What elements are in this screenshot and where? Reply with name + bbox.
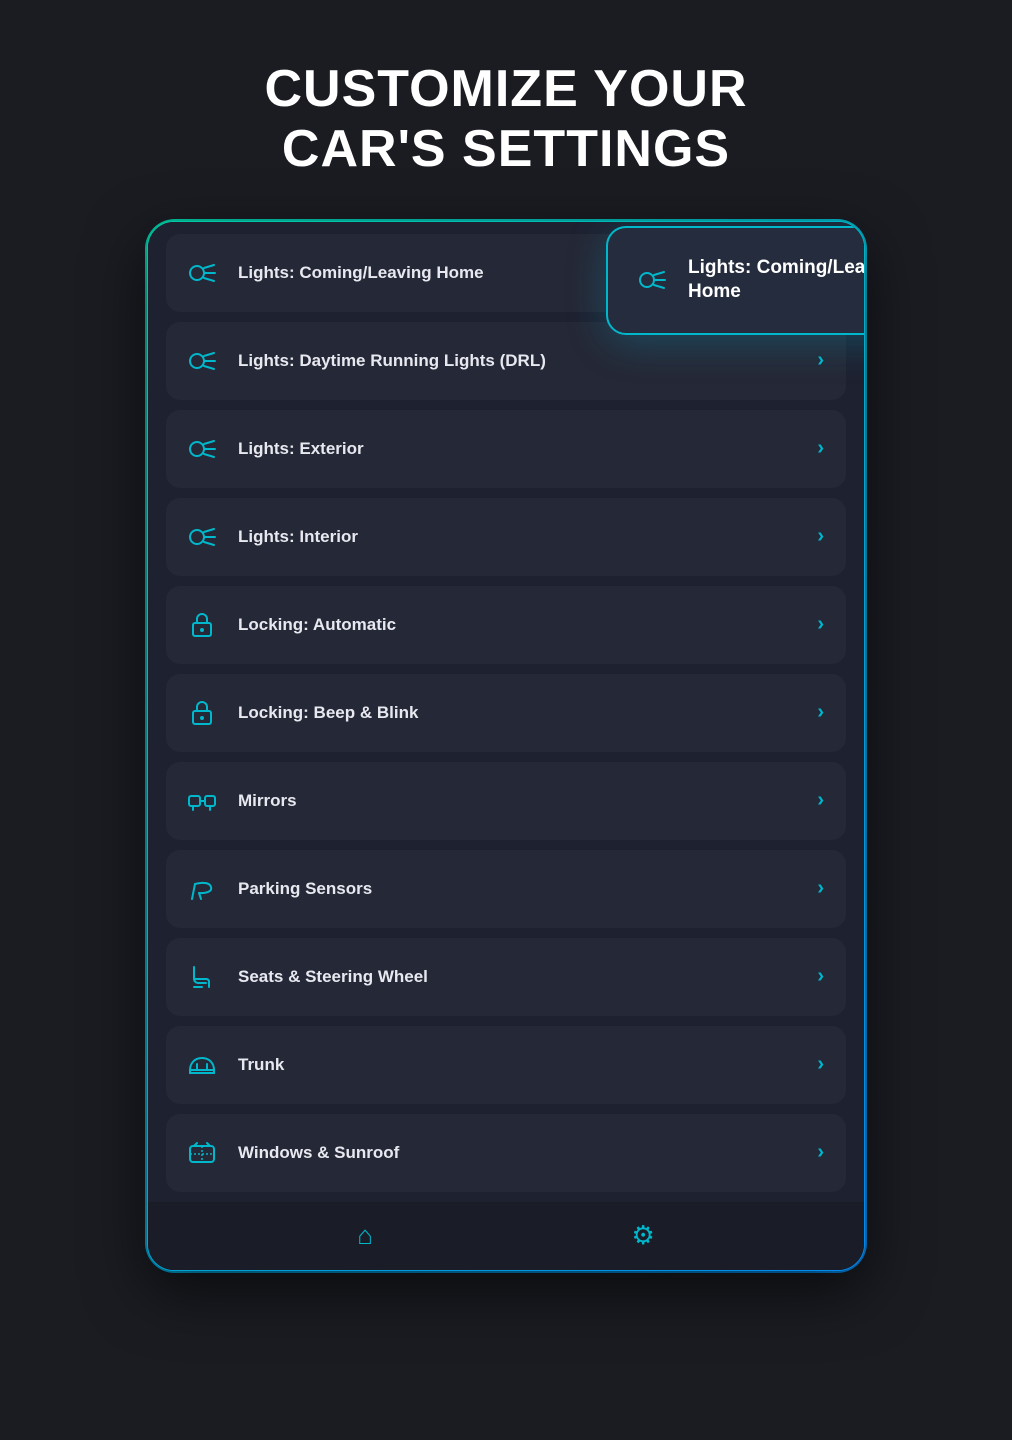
list-item-seats[interactable]: Seats & Steering Wheel ›: [166, 938, 846, 1016]
chevron-locking-auto: ›: [817, 613, 824, 636]
item-label-mirrors: Mirrors: [238, 791, 297, 811]
popup-headlight-icon: [634, 262, 670, 298]
headlight-exterior-icon: [184, 431, 220, 467]
parking-icon: [184, 871, 220, 907]
headlight-icon: [184, 255, 220, 291]
item-label-lights-exterior: Lights: Exterior: [238, 439, 364, 459]
item-label-locking-beep: Locking: Beep & Blink: [238, 703, 418, 723]
tablet-frame: Lights: Coming/Leaving Home ›: [146, 220, 866, 1272]
popup-label: Lights: Coming/LeavingHome: [688, 256, 864, 305]
list-item-locking-beep[interactable]: Locking: Beep & Blink ›: [166, 674, 846, 752]
first-item-wrapper: Lights: Coming/Leaving Home ›: [166, 234, 846, 312]
item-label-parking: Parking Sensors: [238, 879, 372, 899]
chevron-mirrors: ›: [817, 789, 824, 812]
page-title: CUSTOMIZE YOUR CAR'S SETTINGS: [0, 0, 1012, 220]
item-label-windows: Windows & Sunroof: [238, 1143, 399, 1163]
bottom-navigation: ⌂ ⚙: [148, 1202, 864, 1270]
list-item-lights-exterior[interactable]: Lights: Exterior ›: [166, 410, 846, 488]
home-nav-icon[interactable]: ⌂: [357, 1220, 373, 1251]
headlight-interior-icon: [184, 519, 220, 555]
lock-auto-icon: [184, 607, 220, 643]
chevron-lights-drl: ›: [817, 349, 824, 372]
chevron-windows: ›: [817, 1141, 824, 1164]
list-item-trunk[interactable]: Trunk ›: [166, 1026, 846, 1104]
chevron-parking: ›: [817, 877, 824, 900]
item-label-lights-home: Lights: Coming/Leaving Home: [238, 263, 484, 283]
list-item-lights-interior[interactable]: Lights: Interior ›: [166, 498, 846, 576]
item-label-locking-auto: Locking: Automatic: [238, 615, 396, 635]
settings-nav-icon[interactable]: ⚙: [631, 1220, 654, 1251]
item-label-lights-drl: Lights: Daytime Running Lights (DRL): [238, 351, 546, 371]
window-icon: [184, 1135, 220, 1171]
item-label-lights-interior: Lights: Interior: [238, 527, 358, 547]
chevron-trunk: ›: [817, 1053, 824, 1076]
chevron-locking-beep: ›: [817, 701, 824, 724]
list-item-mirrors[interactable]: Mirrors ›: [166, 762, 846, 840]
chevron-lights-interior: ›: [817, 525, 824, 548]
settings-list: Lights: Coming/Leaving Home ›: [148, 222, 864, 1192]
list-item-parking[interactable]: Parking Sensors ›: [166, 850, 846, 928]
popup-card[interactable]: Lights: Coming/LeavingHome ›: [606, 226, 864, 335]
lock-beep-icon: [184, 695, 220, 731]
mirror-icon: [184, 783, 220, 819]
trunk-icon: [184, 1047, 220, 1083]
chevron-lights-exterior: ›: [817, 437, 824, 460]
list-item-windows[interactable]: Windows & Sunroof ›: [166, 1114, 846, 1192]
seat-icon: [184, 959, 220, 995]
chevron-seats: ›: [817, 965, 824, 988]
headlight-drl-icon: [184, 343, 220, 379]
item-label-trunk: Trunk: [238, 1055, 284, 1075]
list-item-locking-auto[interactable]: Locking: Automatic ›: [166, 586, 846, 664]
item-label-seats: Seats & Steering Wheel: [238, 967, 428, 987]
